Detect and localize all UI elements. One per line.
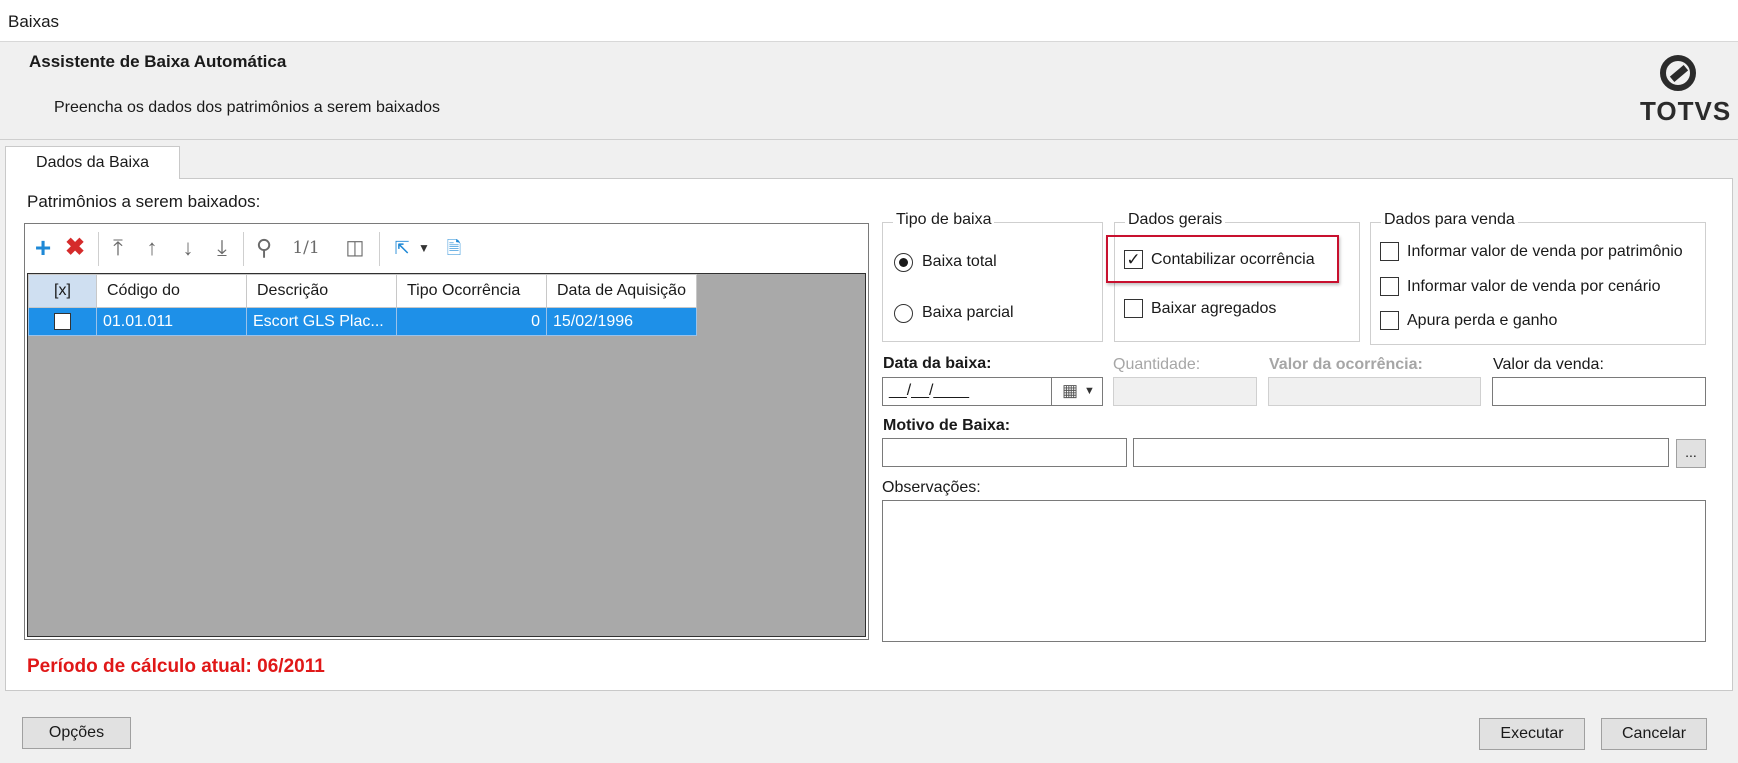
page-indicator: 1/1 <box>292 238 320 258</box>
executar-button[interactable]: Executar <box>1479 718 1585 750</box>
column-header-descricao[interactable]: Descrição <box>246 274 397 308</box>
venda-cenario-label[interactable]: Informar valor de venda por cenário <box>1407 278 1660 296</box>
data-baixa-label: Data da baixa: <box>883 355 992 372</box>
wizard-title: Assistente de Baixa Automática <box>29 52 287 71</box>
baixar-agregados-checkbox[interactable] <box>1124 299 1143 318</box>
columns-icon[interactable]: ◫ <box>341 234 369 262</box>
calendar-icon: ▦ <box>1062 381 1079 400</box>
valor-venda-label: Valor da venda: <box>1493 356 1604 373</box>
assets-grid: + ✖ ⤒ ↑ ↓ ⤓ ⚲ 1/1 ◫ ⇱ ▼ 🗎 [x] Código do … <box>24 223 869 640</box>
tab-dados-da-baixa[interactable]: Dados da Baixa <box>5 146 180 179</box>
column-header-select[interactable]: [x] <box>28 274 97 308</box>
move-up-icon[interactable]: ↑ <box>139 234 165 262</box>
logo-text: TOTVS <box>1640 96 1732 126</box>
column-header-data[interactable]: Data de Aquisição <box>546 274 697 308</box>
contabilizar-checkbox[interactable]: ✓ <box>1124 250 1143 269</box>
table-row[interactable]: 01.01.011 Escort GLS Plac... 0 15/02/199… <box>28 307 697 336</box>
apura-perda-label[interactable]: Apura perda e ganho <box>1407 312 1557 330</box>
wizard-header: Assistente de Baixa Automática Preencha … <box>0 42 1738 140</box>
delete-icon[interactable]: ✖ <box>61 234 89 262</box>
valor-venda-input[interactable] <box>1492 377 1706 406</box>
grid-body: [x] Código do Descrição Tipo Ocorrência … <box>27 273 866 637</box>
column-header-codigo[interactable]: Código do <box>96 274 247 308</box>
move-last-icon[interactable]: ⤓ <box>209 234 235 262</box>
totvs-logo-icon <box>1660 55 1696 91</box>
baixar-agregados-label[interactable]: Baixar agregados <box>1151 300 1276 318</box>
baixa-parcial-label[interactable]: Baixa parcial <box>922 304 1014 322</box>
periodo-calculo: Período de cálculo atual: 06/2011 <box>27 656 325 677</box>
column-header-tipo[interactable]: Tipo Ocorrência <box>396 274 547 308</box>
cell-tipo: 0 <box>396 307 547 336</box>
tab-label: Dados da Baixa <box>36 154 149 171</box>
export-icon[interactable]: ⇱ <box>389 234 415 262</box>
title-bar: Baixas <box>0 0 1738 42</box>
grid-table: [x] Código do Descrição Tipo Ocorrência … <box>28 274 697 336</box>
valor-ocorrencia-label: Valor da ocorrência: <box>1269 356 1423 373</box>
quantidade-input <box>1113 377 1257 406</box>
motivo-code-input[interactable] <box>882 438 1127 467</box>
opcoes-button[interactable]: Opções <box>22 717 131 749</box>
chevron-down-icon: ▼ <box>1084 385 1095 397</box>
cell-descricao: Escort GLS Plac... <box>246 307 397 336</box>
contabilizar-label[interactable]: Contabilizar ocorrência <box>1151 251 1315 269</box>
motivo-lookup-button[interactable]: ... <box>1676 439 1706 468</box>
window-title: Baixas <box>8 12 60 31</box>
add-icon[interactable]: + <box>29 234 57 262</box>
cell-codigo: 01.01.011 <box>96 307 247 336</box>
baixa-total-label[interactable]: Baixa total <box>922 253 997 271</box>
tipo-baixa-legend: Tipo de baixa <box>893 211 995 229</box>
report-icon[interactable]: 🗎 <box>443 234 465 262</box>
wizard-subtitle: Preencha os dados dos patrimônios a sere… <box>54 99 440 116</box>
baixa-parcial-radio[interactable] <box>894 304 913 323</box>
observacoes-label: Observações: <box>882 479 981 496</box>
cell-data: 15/02/1996 <box>546 307 697 336</box>
search-icon[interactable]: ⚲ <box>251 234 277 262</box>
grid-toolbar: + ✖ ⤒ ↑ ↓ ⤓ ⚲ 1/1 ◫ ⇱ ▼ 🗎 <box>25 224 868 273</box>
cancelar-button[interactable]: Cancelar <box>1601 718 1707 750</box>
move-down-icon[interactable]: ↓ <box>175 234 201 262</box>
data-baixa-input[interactable]: __/__/____ <box>882 377 1052 406</box>
dados-venda-legend: Dados para venda <box>1381 211 1518 229</box>
motivo-label: Motivo de Baixa: <box>883 417 1011 434</box>
chevron-down-icon[interactable]: ▼ <box>417 234 431 262</box>
move-first-icon[interactable]: ⤒ <box>105 234 131 262</box>
baixa-total-radio[interactable] <box>894 253 913 272</box>
grid-caption: Patrimônios a serem baixados: <box>27 192 261 211</box>
apura-perda-checkbox[interactable] <box>1380 311 1399 330</box>
venda-patrimonio-checkbox[interactable] <box>1380 242 1399 261</box>
row-checkbox[interactable] <box>54 312 71 330</box>
motivo-description-input[interactable] <box>1133 438 1669 467</box>
dados-venda-group: Dados para venda Informar valor de venda… <box>1370 211 1706 345</box>
observacoes-textarea[interactable] <box>882 500 1706 642</box>
totvs-logo: TOTVS <box>1634 55 1730 126</box>
venda-patrimonio-label[interactable]: Informar valor de venda por patrimônio <box>1407 243 1683 261</box>
row-select-cell[interactable] <box>28 307 97 336</box>
venda-cenario-checkbox[interactable] <box>1380 277 1399 296</box>
valor-ocorrencia-input <box>1268 377 1481 406</box>
tipo-baixa-group: Tipo de baixa Baixa total Baixa parcial <box>882 211 1103 342</box>
dados-gerais-group: Dados gerais ✓ Contabilizar ocorrência B… <box>1106 211 1360 342</box>
dados-gerais-legend: Dados gerais <box>1125 211 1226 229</box>
quantidade-label: Quantidade: <box>1113 356 1201 373</box>
calendar-dropdown[interactable]: ▦ ▼ <box>1051 377 1103 406</box>
